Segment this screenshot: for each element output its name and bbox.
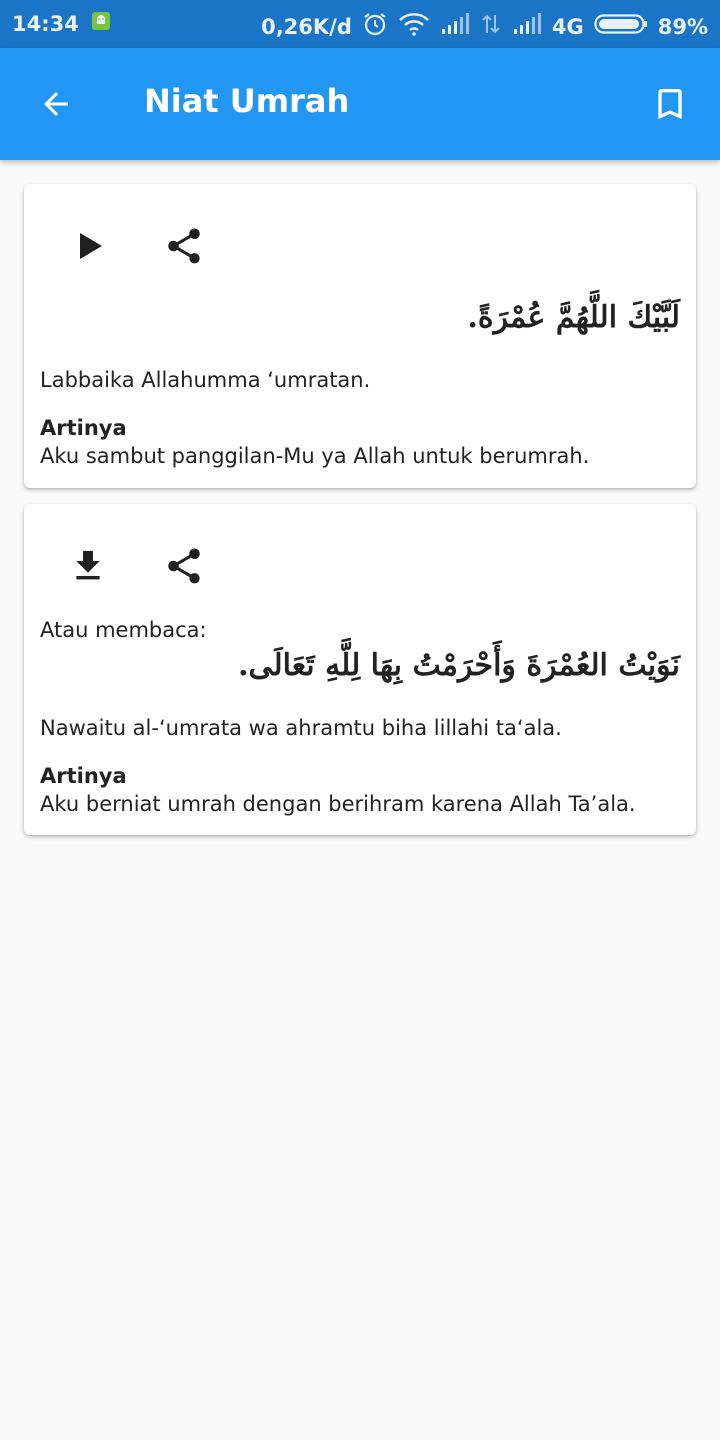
signal-icon-2 [512,13,542,40]
latin-text: Nawaitu al-‘umrata wa ahramtu biha lilla… [40,716,562,740]
meaning-text: Aku sambut panggilan-Mu ya Allah untuk b… [40,444,590,468]
niat-card-1: لَبَّيْكَ اللَّهُمَّ عُمْرَةً. Labbaika … [24,184,696,488]
wifi-icon [398,12,430,41]
back-button[interactable] [30,80,82,132]
play-button[interactable] [62,220,118,276]
play-icon [76,230,104,266]
alarm-icon [362,11,388,42]
data-transfer-icon [480,13,502,40]
niat-card-2: Atau membaca: نَوَيْتُ العُمْرَةَ وَأَحْ… [24,504,696,835]
page-title: Niat Umrah [144,82,350,120]
status-bar: 14:34 0,26K/d 4G 89% [0,0,720,48]
arabic-text: لَبَّيْكَ اللَّهُمَّ عُمْرَةً. [467,300,680,335]
battery-icon [594,13,648,40]
app-bar: Niat Umrah [0,48,720,160]
bookmark-icon [650,84,690,128]
intro-text: Atau membaca: [40,618,207,642]
meaning-label: Artinya [40,416,127,440]
arrow-back-icon [38,86,74,126]
download-button[interactable] [60,540,116,596]
share-icon [163,225,205,271]
android-notification-icon [91,11,111,36]
bookmark-button[interactable] [644,80,696,132]
status-time: 14:34 [12,11,79,36]
network-speed: 0,26K/d [261,14,352,39]
share-button[interactable] [156,540,212,596]
share-icon [163,545,205,591]
battery-level: 89% [657,14,708,39]
signal-icon [440,13,470,40]
latin-text: Labbaika Allahumma ‘umratan. [40,368,371,392]
download-icon [68,546,108,590]
arabic-text: نَوَيْتُ العُمْرَةَ وَأَحْرَمْتُ بِهَا ل… [238,648,680,683]
share-button[interactable] [156,220,212,276]
network-type: 4G [551,14,584,39]
meaning-text: Aku berniat umrah dengan berihram karena… [40,792,636,816]
meaning-label: Artinya [40,764,127,788]
